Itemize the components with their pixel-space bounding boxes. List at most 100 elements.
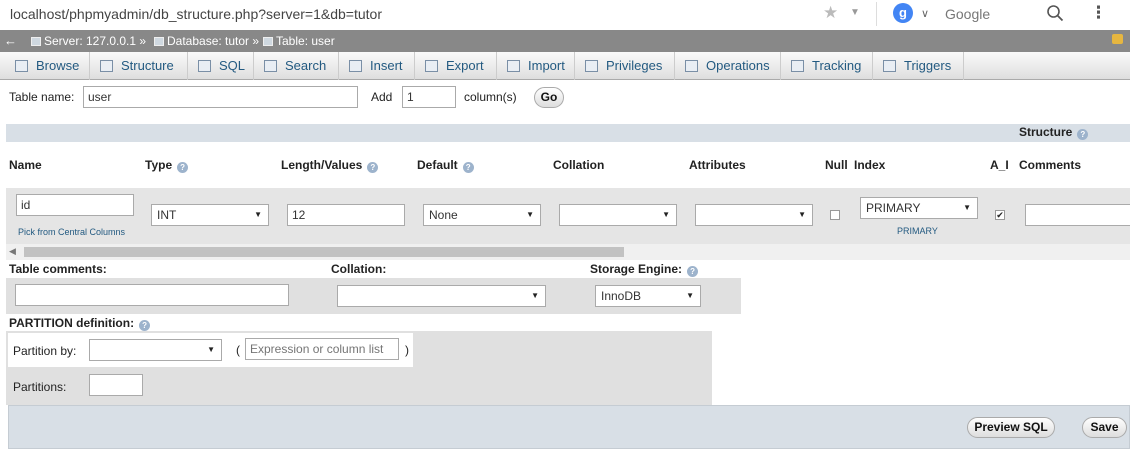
form-footer: Preview SQL Save bbox=[8, 405, 1130, 449]
browse-icon bbox=[15, 60, 28, 72]
partition-expression-input[interactable] bbox=[245, 338, 399, 360]
tab-export[interactable]: Export bbox=[415, 52, 497, 80]
tab-sql[interactable]: SQL bbox=[188, 52, 254, 80]
length-input[interactable]: 12 bbox=[287, 204, 405, 226]
tab-search[interactable]: Search bbox=[254, 52, 339, 80]
breadcrumb-server[interactable]: Server: 127.0.0.1 » bbox=[31, 34, 146, 48]
table-collation-label: Collation: bbox=[331, 262, 387, 276]
tracking-icon bbox=[791, 60, 804, 72]
tab-browse[interactable]: Browse bbox=[5, 52, 90, 80]
type-select[interactable]: INT ▼ bbox=[151, 204, 269, 226]
add-label: Add bbox=[371, 90, 393, 104]
add-columns-input[interactable]: 1 bbox=[402, 86, 456, 108]
central-columns-link[interactable]: Pick from Central Columns bbox=[18, 227, 125, 237]
help-icon[interactable]: ? bbox=[367, 162, 379, 173]
back-arrow-icon[interactable]: ← bbox=[4, 33, 17, 48]
browser-toolbar: localhost/phpmyadmin/db_structure.php?se… bbox=[0, 0, 1130, 28]
search-icon[interactable] bbox=[1046, 4, 1064, 22]
table-name-input[interactable]: user bbox=[83, 86, 358, 108]
header-comments: Comments bbox=[1019, 158, 1082, 172]
star-icon[interactable]: ★ bbox=[823, 3, 838, 23]
engine-chevron-icon[interactable]: ∨ bbox=[921, 7, 929, 20]
chevron-down-icon: ▼ bbox=[254, 210, 262, 219]
header-length: Length/Values? bbox=[281, 158, 379, 173]
help-icon[interactable]: ? bbox=[177, 162, 189, 173]
structure-title-text: Structure bbox=[1019, 125, 1073, 139]
table-comments-input[interactable] bbox=[15, 284, 289, 306]
partitions-label: Partitions: bbox=[13, 380, 67, 394]
null-checkbox[interactable] bbox=[830, 210, 840, 220]
tab-label: Structure bbox=[121, 58, 174, 73]
search-engine-box[interactable]: Google bbox=[945, 6, 990, 22]
comments-input[interactable] bbox=[1025, 204, 1130, 226]
breadcrumb-table-label: Table: user bbox=[276, 34, 335, 48]
breadcrumb-server-label: Server: 127.0.0.1 » bbox=[44, 34, 147, 48]
tab-label: Import bbox=[528, 58, 565, 73]
storage-engine-value: InnoDB bbox=[601, 289, 642, 303]
columns-label: column(s) bbox=[464, 90, 517, 104]
table-collation-select[interactable]: ▼ bbox=[337, 285, 546, 307]
partition-by-select[interactable]: ▼ bbox=[89, 339, 222, 361]
column-row: id Pick from Central Columns INT ▼ 12 Non… bbox=[6, 188, 1130, 244]
structure-icon bbox=[100, 60, 113, 72]
tab-triggers[interactable]: Triggers bbox=[873, 52, 964, 80]
header-length-text: Length/Values bbox=[281, 158, 363, 172]
column-name-input[interactable]: id bbox=[16, 194, 134, 216]
tab-label: Operations bbox=[706, 58, 770, 73]
tab-bar: Browse Structure SQL Search Insert Expor… bbox=[0, 52, 1130, 80]
preview-sql-button[interactable]: Preview SQL bbox=[967, 417, 1055, 438]
help-icon[interactable]: ? bbox=[687, 266, 699, 277]
close-paren: ) bbox=[405, 343, 409, 357]
storage-engine-select[interactable]: InnoDB ▼ bbox=[595, 285, 701, 307]
tab-import[interactable]: Import bbox=[497, 52, 575, 80]
toolbar-divider bbox=[876, 2, 877, 26]
tab-structure[interactable]: Structure bbox=[90, 52, 188, 80]
chevron-down-icon: ▼ bbox=[963, 203, 971, 212]
chevron-down-icon[interactable]: ▼ bbox=[850, 7, 860, 18]
partition-title: PARTITION definition:? bbox=[9, 316, 151, 331]
open-paren: ( bbox=[236, 343, 240, 357]
ai-checkbox[interactable]: ✔ bbox=[995, 210, 1005, 220]
collation-select[interactable]: ▼ bbox=[559, 204, 677, 226]
partitions-input[interactable] bbox=[89, 374, 143, 396]
breadcrumb-database[interactable]: Database: tutor » bbox=[154, 34, 259, 48]
tab-operations[interactable]: Operations bbox=[675, 52, 781, 80]
tab-insert[interactable]: Insert bbox=[339, 52, 415, 80]
tab-label: Privileges bbox=[606, 58, 663, 73]
breadcrumb-table[interactable]: Table: user bbox=[263, 34, 335, 48]
tab-label: Search bbox=[285, 58, 327, 73]
table-comments-label: Table comments: bbox=[9, 262, 107, 276]
header-default-text: Default bbox=[417, 158, 458, 172]
attributes-select[interactable]: ▼ bbox=[695, 204, 813, 226]
go-button[interactable]: Go bbox=[534, 87, 564, 108]
chevron-down-icon: ▼ bbox=[531, 291, 539, 300]
header-name: Name bbox=[9, 158, 42, 172]
google-icon[interactable]: g bbox=[893, 3, 913, 23]
default-value: None bbox=[429, 208, 458, 222]
import-icon bbox=[507, 60, 520, 72]
address-bar[interactable]: localhost/phpmyadmin/db_structure.php?se… bbox=[10, 6, 382, 22]
tab-privileges[interactable]: Privileges bbox=[575, 52, 675, 80]
save-button[interactable]: Save bbox=[1082, 417, 1127, 438]
breadcrumb: ← Server: 127.0.0.1 » Database: tutor » … bbox=[0, 30, 1130, 52]
export-icon bbox=[425, 60, 438, 72]
table-name-label: Table name: bbox=[9, 90, 75, 104]
menu-icon[interactable]: ⋮ bbox=[1090, 3, 1107, 23]
scroll-left-icon[interactable]: ◀ bbox=[9, 246, 16, 257]
index-value: PRIMARY bbox=[866, 201, 921, 215]
storage-engine-label: Storage Engine:? bbox=[590, 262, 699, 277]
tab-tracking[interactable]: Tracking bbox=[781, 52, 873, 80]
privileges-icon bbox=[585, 60, 598, 72]
header-index: Index bbox=[854, 158, 886, 172]
server-icon bbox=[31, 37, 41, 46]
help-icon[interactable]: ? bbox=[462, 162, 474, 173]
help-icon[interactable]: ? bbox=[139, 320, 151, 331]
storage-engine-text: Storage Engine: bbox=[590, 262, 683, 276]
horizontal-scrollbar[interactable]: ◀ bbox=[6, 244, 1130, 260]
scrollbar-thumb[interactable] bbox=[24, 247, 624, 257]
default-select[interactable]: None ▼ bbox=[423, 204, 541, 226]
help-icon[interactable]: ? bbox=[1077, 129, 1089, 140]
structure-title: Structure? bbox=[1019, 125, 1089, 140]
breadcrumb-database-label: Database: tutor » bbox=[167, 34, 260, 48]
index-select[interactable]: PRIMARY ▼ bbox=[860, 197, 978, 219]
